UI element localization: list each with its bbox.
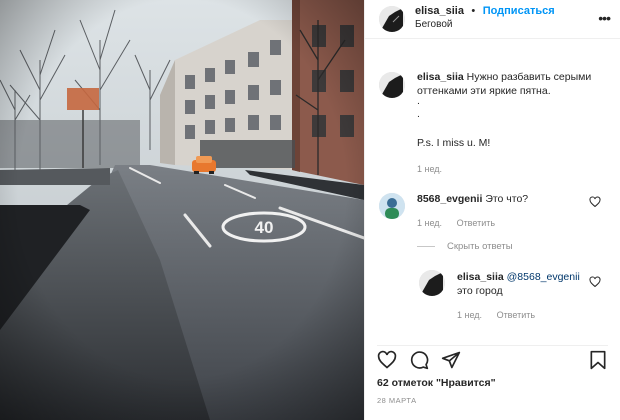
- hide-replies-button[interactable]: Скрыть ответы: [417, 241, 513, 252]
- author-username[interactable]: elisa_siia: [415, 5, 464, 17]
- heart-icon[interactable]: [377, 350, 397, 370]
- bookmark-icon[interactable]: [588, 350, 608, 370]
- reply-reply-button[interactable]: Ответить: [497, 310, 535, 320]
- comment-reply-button[interactable]: Ответить: [457, 218, 495, 228]
- likes-count[interactable]: 62 отметок "Нравится": [377, 377, 496, 389]
- author-avatar[interactable]: [379, 6, 405, 32]
- post-header: elisa_siia • Подписаться Беговой •••: [365, 0, 620, 39]
- reply-mention[interactable]: @8568_evgenii: [507, 271, 580, 283]
- follow-button[interactable]: Подписаться: [483, 5, 555, 17]
- avatar-image: [379, 193, 405, 219]
- reply-avatar[interactable]: [419, 270, 445, 296]
- replies-divider: [417, 246, 435, 247]
- post-location[interactable]: Беговой: [415, 18, 555, 32]
- comment-meta: 1 нед. Ответить: [417, 216, 507, 230]
- post-actions: [377, 345, 608, 375]
- street-photo: 40: [0, 0, 364, 420]
- reply-meta: 1 нед. Ответить: [457, 308, 547, 322]
- avatar-image: [379, 6, 405, 32]
- comment-username[interactable]: 8568_evgenii: [417, 193, 482, 205]
- share-icon[interactable]: [441, 350, 461, 370]
- comment-icon[interactable]: [409, 350, 429, 370]
- header-separator: •: [471, 4, 476, 17]
- comment-time[interactable]: 1 нед.: [417, 218, 442, 228]
- caption-dot-1: .: [417, 95, 420, 107]
- avatar-image: [419, 270, 445, 296]
- caption-username[interactable]: elisa_siia: [417, 71, 464, 83]
- post-side-panel: elisa_siia • Подписаться Беговой ••• eli…: [364, 0, 620, 420]
- post-modal: 40 elisa_sii: [0, 0, 620, 420]
- caption-dot-2: .: [417, 108, 420, 120]
- comment: 8568_evgenii Это что?: [417, 192, 528, 206]
- comment-like-heart-icon[interactable]: [589, 196, 601, 208]
- caption-time[interactable]: 1 нед.: [417, 164, 442, 174]
- caption-text-line2: оттенками эти яркие пятна.: [417, 85, 551, 97]
- post-photo[interactable]: 40: [0, 0, 364, 420]
- reply-time[interactable]: 1 нед.: [457, 310, 482, 320]
- hide-replies-label: Скрыть ответы: [447, 241, 513, 252]
- commenter-avatar[interactable]: [379, 193, 405, 219]
- caption: elisa_siia Нужно разбавить серыми оттенк…: [417, 70, 607, 98]
- caption-text-line1: Нужно разбавить серыми: [466, 71, 592, 83]
- post-date[interactable]: 28 МАРТА: [377, 396, 417, 405]
- reply: elisa_siia @8568_evgenii это город: [457, 270, 589, 298]
- reply-like-heart-icon[interactable]: [589, 276, 601, 288]
- comment-text: Это что?: [485, 193, 529, 205]
- avatar-image: [379, 72, 405, 98]
- author-info: elisa_siia • Подписаться Беговой: [415, 3, 555, 32]
- caption-meta: 1 нед.: [417, 162, 454, 176]
- caption-avatar[interactable]: [379, 72, 405, 98]
- caption-ps: P.s. I miss u. M!: [417, 137, 491, 149]
- reply-username[interactable]: elisa_siia: [457, 271, 504, 283]
- more-icon[interactable]: •••: [598, 10, 611, 26]
- reply-text: это город: [457, 285, 503, 297]
